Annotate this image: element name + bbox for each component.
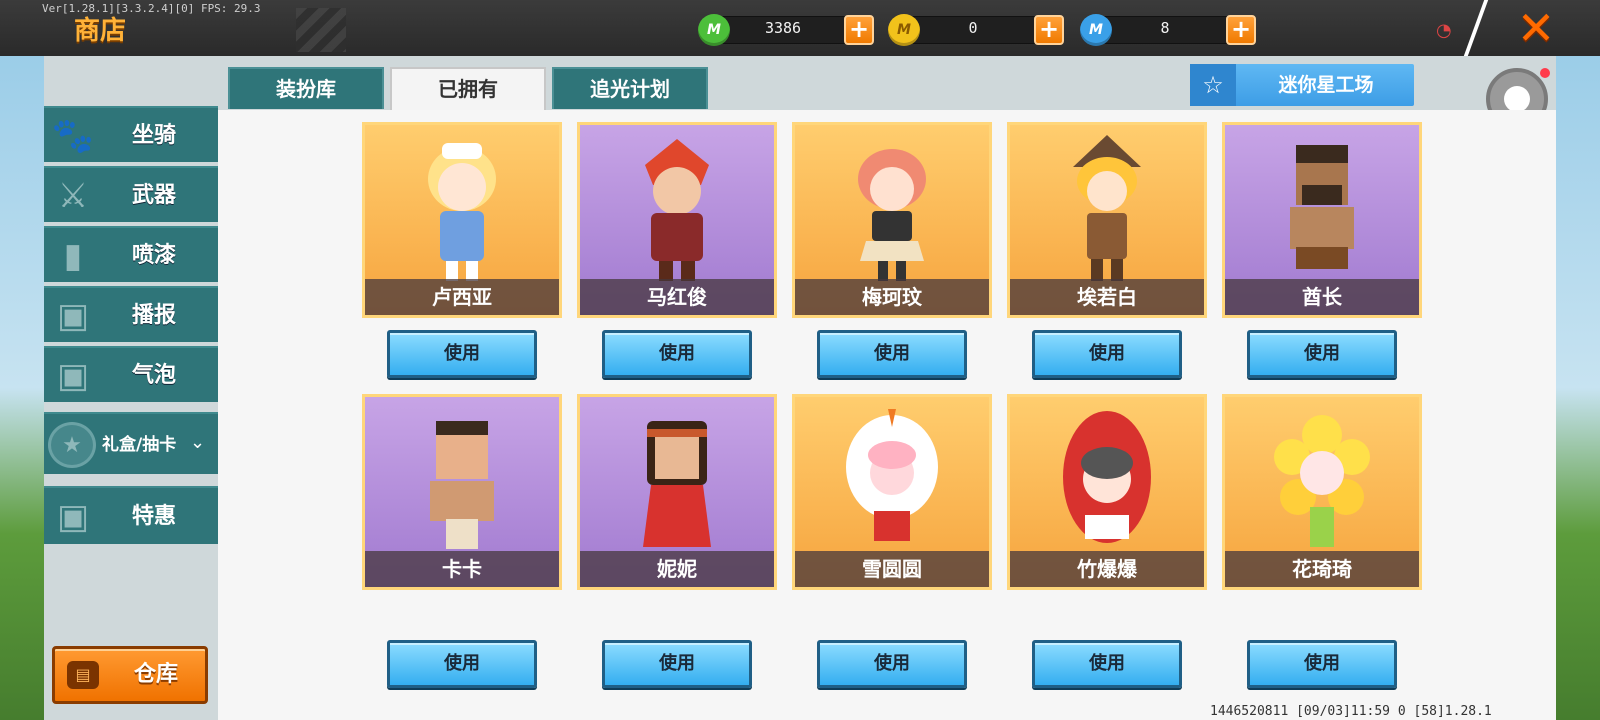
background-left bbox=[0, 56, 44, 720]
skin-card[interactable]: 花琦琦 bbox=[1222, 394, 1422, 590]
green-mini-coin-icon: M bbox=[698, 14, 730, 46]
tab-chase-light[interactable]: 追光计划 bbox=[552, 67, 708, 109]
skin-name: 卢西亚 bbox=[365, 279, 559, 315]
skin-card[interactable]: 梅珂玟 bbox=[792, 122, 992, 318]
background-right bbox=[1556, 56, 1600, 720]
skin-name: 酋长 bbox=[1225, 279, 1419, 315]
sidebar-group-gift[interactable]: ★ 礼盒/抽卡 ⌄ bbox=[44, 412, 218, 474]
top-bar: Ver[1.28.1][3.3.2.4][0] FPS: 29.3 商店 M 3… bbox=[0, 0, 1600, 56]
skin-name: 竹爆爆 bbox=[1010, 551, 1204, 587]
use-button[interactable]: 使用 bbox=[817, 330, 967, 378]
decorative-stripes bbox=[296, 8, 346, 52]
character-figure bbox=[846, 409, 938, 541]
sidebar-group-label: 礼盒/抽卡 bbox=[102, 435, 177, 455]
skin-card[interactable]: 妮妮 bbox=[577, 394, 777, 590]
skin-card[interactable]: 竹爆爆 bbox=[1007, 394, 1207, 590]
sidebar-item-deal[interactable]: ▣ 特惠 bbox=[44, 486, 218, 544]
network-signal-icon: ◔ bbox=[1436, 20, 1452, 41]
mount-icon: 🐾 bbox=[51, 116, 95, 156]
blue-star-coin-icon: M bbox=[1080, 14, 1112, 46]
chevron-down-icon: ⌄ bbox=[190, 432, 206, 453]
sidebar-item-label: 坐骑 bbox=[131, 123, 176, 148]
star-workshop-label: 迷你星工场 bbox=[1278, 74, 1374, 96]
skin-name: 妮妮 bbox=[580, 551, 774, 587]
skin-card[interactable]: 卢西亚 bbox=[362, 122, 562, 318]
currency-gold: M 0 + bbox=[888, 14, 1068, 46]
spray-icon: ▮ bbox=[63, 236, 83, 276]
use-button[interactable]: 使用 bbox=[387, 330, 537, 378]
tab-wardrobe[interactable]: 装扮库 bbox=[228, 67, 384, 109]
close-icon: ✕ bbox=[1516, 1, 1556, 55]
skin-name: 卡卡 bbox=[365, 551, 559, 587]
skin-card[interactable]: 埃若白 bbox=[1007, 122, 1207, 318]
currency-amount: 3386 bbox=[764, 19, 802, 37]
skin-card[interactable]: 卡卡 bbox=[362, 394, 562, 590]
sidebar-item-label: 气泡 bbox=[131, 363, 176, 388]
star-icon: ☆ bbox=[1190, 64, 1236, 106]
sidebar-item-label: 武器 bbox=[131, 183, 176, 208]
gold-coin-icon: M bbox=[888, 14, 920, 46]
add-currency-button[interactable]: + bbox=[1034, 15, 1064, 45]
sidebar-item-mount[interactable]: 🐾 坐骑 bbox=[44, 106, 218, 162]
deal-icon: ▣ bbox=[56, 497, 90, 537]
sidebar-item-bubble[interactable]: ▣ 气泡 bbox=[44, 346, 218, 402]
currency-blue: M 8 + bbox=[1080, 14, 1260, 46]
use-button[interactable]: 使用 bbox=[602, 330, 752, 378]
add-currency-button[interactable]: + bbox=[844, 15, 874, 45]
sidebar-item-weapon[interactable]: ⚔ 武器 bbox=[44, 166, 218, 222]
sidebar-item-label: 喷漆 bbox=[131, 243, 176, 268]
add-currency-button[interactable]: + bbox=[1226, 15, 1256, 45]
use-button[interactable]: 使用 bbox=[817, 640, 967, 688]
weapon-icon: ⚔ bbox=[57, 176, 89, 216]
skin-name: 雪圆圆 bbox=[795, 551, 989, 587]
gift-icon: ★ bbox=[48, 422, 96, 468]
character-figure bbox=[428, 143, 496, 281]
use-button[interactable]: 使用 bbox=[1247, 330, 1397, 378]
skin-card[interactable]: 雪圆圆 bbox=[792, 394, 992, 590]
footer-debug-text: 1446520811 [09/03]11:59 0 [58]1.28.1 bbox=[1210, 704, 1492, 719]
character-figure bbox=[645, 139, 709, 281]
skin-name: 埃若白 bbox=[1010, 279, 1204, 315]
character-figure bbox=[1274, 415, 1370, 547]
close-button[interactable]: ✕ bbox=[1472, 0, 1600, 56]
chest-icon: ▤ bbox=[67, 661, 99, 689]
warehouse-label: 仓库 bbox=[133, 662, 178, 687]
bubble-icon: ▣ bbox=[56, 356, 90, 396]
sidebar-item-label: 特惠 bbox=[131, 504, 176, 529]
currency-amount: 0 bbox=[968, 19, 978, 37]
warehouse-button[interactable]: ▤ 仓库 bbox=[52, 646, 208, 704]
character-figure bbox=[858, 149, 926, 281]
use-button[interactable]: 使用 bbox=[1247, 640, 1397, 688]
skin-card[interactable]: 马红俊 bbox=[577, 122, 777, 318]
character-figure bbox=[1063, 411, 1151, 543]
sidebar-item-spray[interactable]: ▮ 喷漆 bbox=[44, 226, 218, 282]
use-button[interactable]: 使用 bbox=[602, 640, 752, 688]
character-figure bbox=[643, 421, 711, 547]
notification-dot bbox=[1540, 68, 1550, 78]
currency-green: M 3386 + bbox=[698, 14, 878, 46]
broadcast-icon: ▣ bbox=[56, 296, 90, 336]
skin-card[interactable]: 酋长 bbox=[1222, 122, 1422, 318]
skin-name: 花琦琦 bbox=[1225, 551, 1419, 587]
page-title: 商店 bbox=[74, 16, 127, 46]
use-button[interactable]: 使用 bbox=[1032, 330, 1182, 378]
sidebar-item-broadcast[interactable]: ▣ 播报 bbox=[44, 286, 218, 342]
character-figure bbox=[1290, 145, 1354, 269]
skin-name: 梅珂玟 bbox=[795, 279, 989, 315]
sidebar: 🐾 坐骑 ⚔ 武器 ▮ 喷漆 ▣ 播报 ▣ 气泡 ★ 礼盒/抽卡 ⌄ ▣ 特惠 … bbox=[44, 56, 218, 720]
skin-name: 马红俊 bbox=[580, 279, 774, 315]
star-workshop-button[interactable]: ☆ 迷你星工场 bbox=[1190, 64, 1414, 106]
use-button[interactable]: 使用 bbox=[387, 640, 537, 688]
sidebar-item-label: 播报 bbox=[131, 303, 176, 328]
tab-owned[interactable]: 已拥有 bbox=[390, 67, 546, 111]
use-button[interactable]: 使用 bbox=[1032, 640, 1182, 688]
character-figure bbox=[1073, 135, 1141, 281]
character-figure bbox=[430, 421, 494, 549]
currency-amount: 8 bbox=[1160, 19, 1170, 37]
